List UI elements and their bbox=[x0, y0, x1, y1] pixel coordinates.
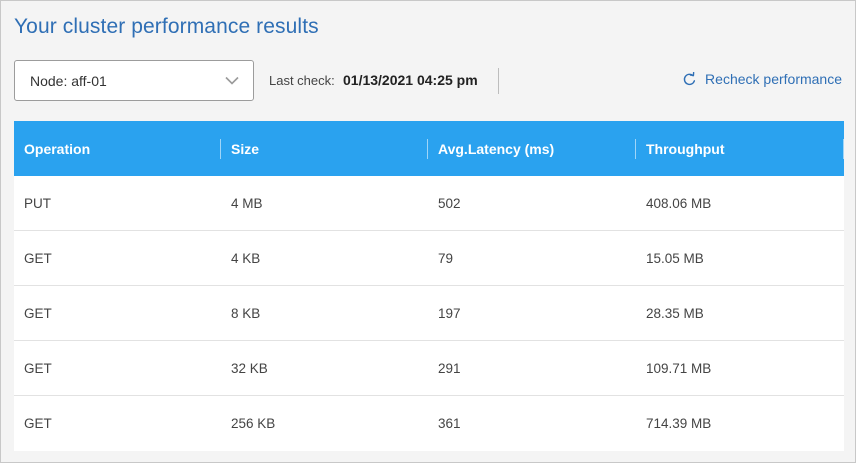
page-title: Your cluster performance results bbox=[14, 15, 319, 38]
refresh-icon bbox=[682, 71, 697, 87]
recheck-performance-label: Recheck performance bbox=[705, 71, 842, 87]
cell-latency: 502 bbox=[438, 195, 461, 211]
cell-operation: GET bbox=[24, 305, 52, 321]
cell-operation: GET bbox=[24, 250, 52, 266]
cell-size: 4 KB bbox=[231, 250, 261, 266]
cell-throughput: 408.06 MB bbox=[646, 195, 712, 211]
cell-size: 32 KB bbox=[231, 360, 268, 376]
table-row: GET 4 KB 79 15.05 MB bbox=[14, 231, 844, 286]
node-select[interactable]: Node: aff-01 bbox=[14, 60, 254, 101]
table-row: GET 256 KB 361 714.39 MB bbox=[14, 396, 844, 451]
cell-size: 8 KB bbox=[231, 305, 261, 321]
cell-size: 4 MB bbox=[231, 195, 263, 211]
cell-operation: PUT bbox=[24, 195, 51, 211]
column-header-size: Size bbox=[221, 121, 428, 176]
cell-latency: 197 bbox=[438, 305, 461, 321]
cell-operation: GET bbox=[24, 360, 52, 376]
cell-throughput: 714.39 MB bbox=[646, 416, 712, 431]
cell-throughput: 28.35 MB bbox=[646, 305, 704, 321]
table-row: GET 8 KB 197 28.35 MB bbox=[14, 286, 844, 341]
table-row: PUT 4 MB 502 408.06 MB bbox=[14, 176, 844, 231]
cell-throughput: 15.05 MB bbox=[646, 250, 704, 266]
last-check-value: 01/13/2021 04:25 pm bbox=[343, 72, 478, 88]
cell-latency: 79 bbox=[438, 250, 454, 266]
node-select-value: Node: aff-01 bbox=[30, 72, 107, 89]
table-header: Operation Size Avg.Latency (ms) Throughp… bbox=[14, 121, 844, 176]
table-row: GET 32 KB 291 109.71 MB bbox=[14, 341, 844, 396]
divider bbox=[498, 68, 499, 94]
cell-latency: 291 bbox=[438, 360, 461, 376]
cell-size: 256 KB bbox=[231, 416, 276, 431]
chevron-down-icon bbox=[225, 74, 239, 88]
column-header-latency: Avg.Latency (ms) bbox=[428, 121, 636, 176]
cell-throughput: 109.71 MB bbox=[646, 360, 712, 376]
cell-operation: GET bbox=[24, 416, 52, 431]
recheck-performance-button[interactable]: Recheck performance bbox=[682, 71, 842, 87]
last-check-label: Last check: bbox=[269, 73, 335, 88]
column-header-operation: Operation bbox=[14, 121, 221, 176]
cell-latency: 361 bbox=[438, 416, 461, 431]
performance-table: Operation Size Avg.Latency (ms) Throughp… bbox=[14, 121, 844, 451]
column-header-throughput: Throughput bbox=[636, 121, 844, 176]
